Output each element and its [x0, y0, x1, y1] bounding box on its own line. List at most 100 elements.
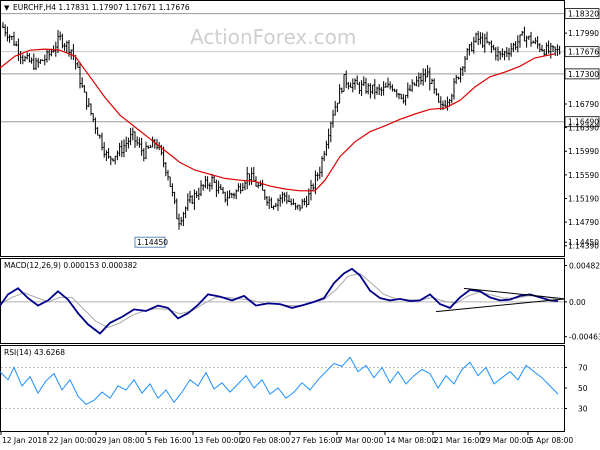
- time-tick-label: 7 Mar 00:00: [338, 436, 384, 445]
- ohlc-bar: [211, 173, 213, 190]
- ohlc-bar: [288, 194, 290, 203]
- macd-lines: [0, 267, 566, 335]
- ohlc-bar: [76, 61, 79, 68]
- ohlc-bar: [219, 184, 222, 190]
- ohlc-bar: [512, 42, 515, 53]
- ohlc-bar: [250, 167, 253, 185]
- ohlc-bar: [92, 113, 95, 123]
- ohlc-bar: [235, 189, 238, 200]
- ohlc-bar: [378, 84, 381, 96]
- ohlc-bar: [189, 190, 191, 203]
- ohlc-bar: [140, 137, 143, 156]
- ohlc-bar: [450, 93, 453, 104]
- ohlc-bar: [17, 38, 20, 62]
- ohlc-bar: [519, 34, 521, 48]
- price-tick-label: 1.17990: [568, 29, 599, 38]
- ohlc-bar: [406, 82, 409, 99]
- ohlc-bar: [246, 166, 249, 190]
- ohlc-bar: [541, 45, 543, 52]
- ohlc-bar: [488, 41, 491, 46]
- macd-tick-label: -0.004632: [569, 333, 600, 342]
- macd-axis: 0.004827 0.00 -0.004632: [564, 262, 600, 342]
- ohlc-bar: [85, 91, 88, 110]
- ohlc-bar: [134, 131, 136, 148]
- ohlc-bar: [195, 191, 198, 198]
- ohlc-bar: [105, 150, 108, 162]
- ohlc-bar: [257, 182, 260, 189]
- ohlc-bar: [490, 40, 493, 53]
- ohlc-bar: [101, 132, 103, 151]
- ohlc-bar: [261, 179, 264, 191]
- ohlc-bar: [530, 31, 532, 47]
- ohlc-bar: [149, 144, 152, 149]
- time-tick-label: 27 Feb 16:00: [291, 436, 340, 445]
- ohlc-bar: [538, 43, 541, 53]
- price-title: EURCHF,H4 1.17831 1.17907 1.17671 1.1767…: [13, 3, 190, 12]
- ohlc-bar: [389, 81, 392, 90]
- ohlc-bar: [15, 41, 18, 47]
- ohlc-bar: [400, 93, 403, 100]
- time-tick-label: 21 Mar 16:00: [434, 436, 484, 445]
- macd-line: [0, 267, 559, 335]
- ohlc-bar: [393, 88, 396, 93]
- ohlc-bar: [274, 202, 277, 208]
- ohlc-bar: [26, 52, 29, 60]
- ohlc-bar: [160, 144, 163, 156]
- ohlc-bar: [360, 80, 363, 96]
- ohlc-bar: [508, 47, 510, 61]
- ohlc-bar: [193, 189, 196, 210]
- ohlc-bar: [558, 45, 561, 55]
- ohlc-bar: [103, 142, 106, 158]
- ohlc-bar: [208, 182, 211, 192]
- ohlc-bar: [549, 42, 552, 59]
- ohlc-bar: [332, 109, 334, 128]
- ohlc-bar: [125, 136, 128, 153]
- ohlc-bar: [534, 37, 537, 45]
- ohlc-bar: [497, 46, 499, 62]
- ohlc-bar: [305, 195, 308, 208]
- ohlc-bar: [123, 139, 125, 158]
- ohlc-bar: [24, 55, 26, 62]
- ohlc-bar: [248, 173, 251, 186]
- ohlc-bar: [204, 175, 207, 189]
- ohlc-bar: [28, 53, 31, 63]
- ohlc-bar: [277, 198, 279, 211]
- ohlc-bar: [453, 77, 455, 100]
- price-tick-label: 1.15590: [568, 171, 599, 180]
- ohlc-bar: [129, 128, 132, 146]
- ohlc-bar: [481, 32, 484, 48]
- chart-canvas: ActionForex.com ▼ EURCHF,H4 1.17831 1.17…: [0, 0, 600, 445]
- ohlc-bar: [224, 191, 227, 203]
- ohlc-bar: [279, 194, 282, 207]
- ohlc-bar: [384, 82, 387, 88]
- watermark: ActionForex.com: [190, 25, 356, 49]
- price-collapse-icon[interactable]: ▼: [4, 4, 10, 12]
- ohlc-bar: [290, 198, 293, 206]
- ohlc-bar: [39, 59, 42, 64]
- ohlc-bar: [222, 186, 224, 195]
- ohlc-bar: [270, 197, 273, 209]
- ohlc-bar: [351, 78, 354, 93]
- ohlc-bar: [114, 155, 117, 165]
- ohlc-bar: [21, 54, 24, 65]
- ohlc-bar: [10, 35, 13, 41]
- ohlc-bar: [131, 127, 134, 141]
- ohlc-bar: [37, 58, 40, 68]
- ohlc-bar: [90, 103, 92, 116]
- price-tick-label: 1.14790: [568, 218, 599, 227]
- ohlc-bar: [244, 180, 246, 191]
- price-tick-label: 1.16390: [568, 124, 599, 133]
- ohlc-bar: [173, 191, 176, 205]
- ohlc-bar: [523, 26, 526, 42]
- time-tick-label: 22 Jan 00:00: [49, 436, 97, 445]
- ohlc-bar: [475, 32, 477, 43]
- ohlc-bar: [35, 57, 37, 71]
- ohlc-bar: [345, 70, 348, 89]
- ohlc-bar: [191, 195, 194, 204]
- ohlc-bar: [169, 176, 172, 187]
- ohlc-bar: [296, 204, 299, 210]
- low-annotation-label: 1.14450: [137, 238, 168, 247]
- ohlc-bar: [263, 189, 266, 200]
- ohlc-bar: [299, 204, 301, 212]
- ohlc-bar: [472, 36, 475, 54]
